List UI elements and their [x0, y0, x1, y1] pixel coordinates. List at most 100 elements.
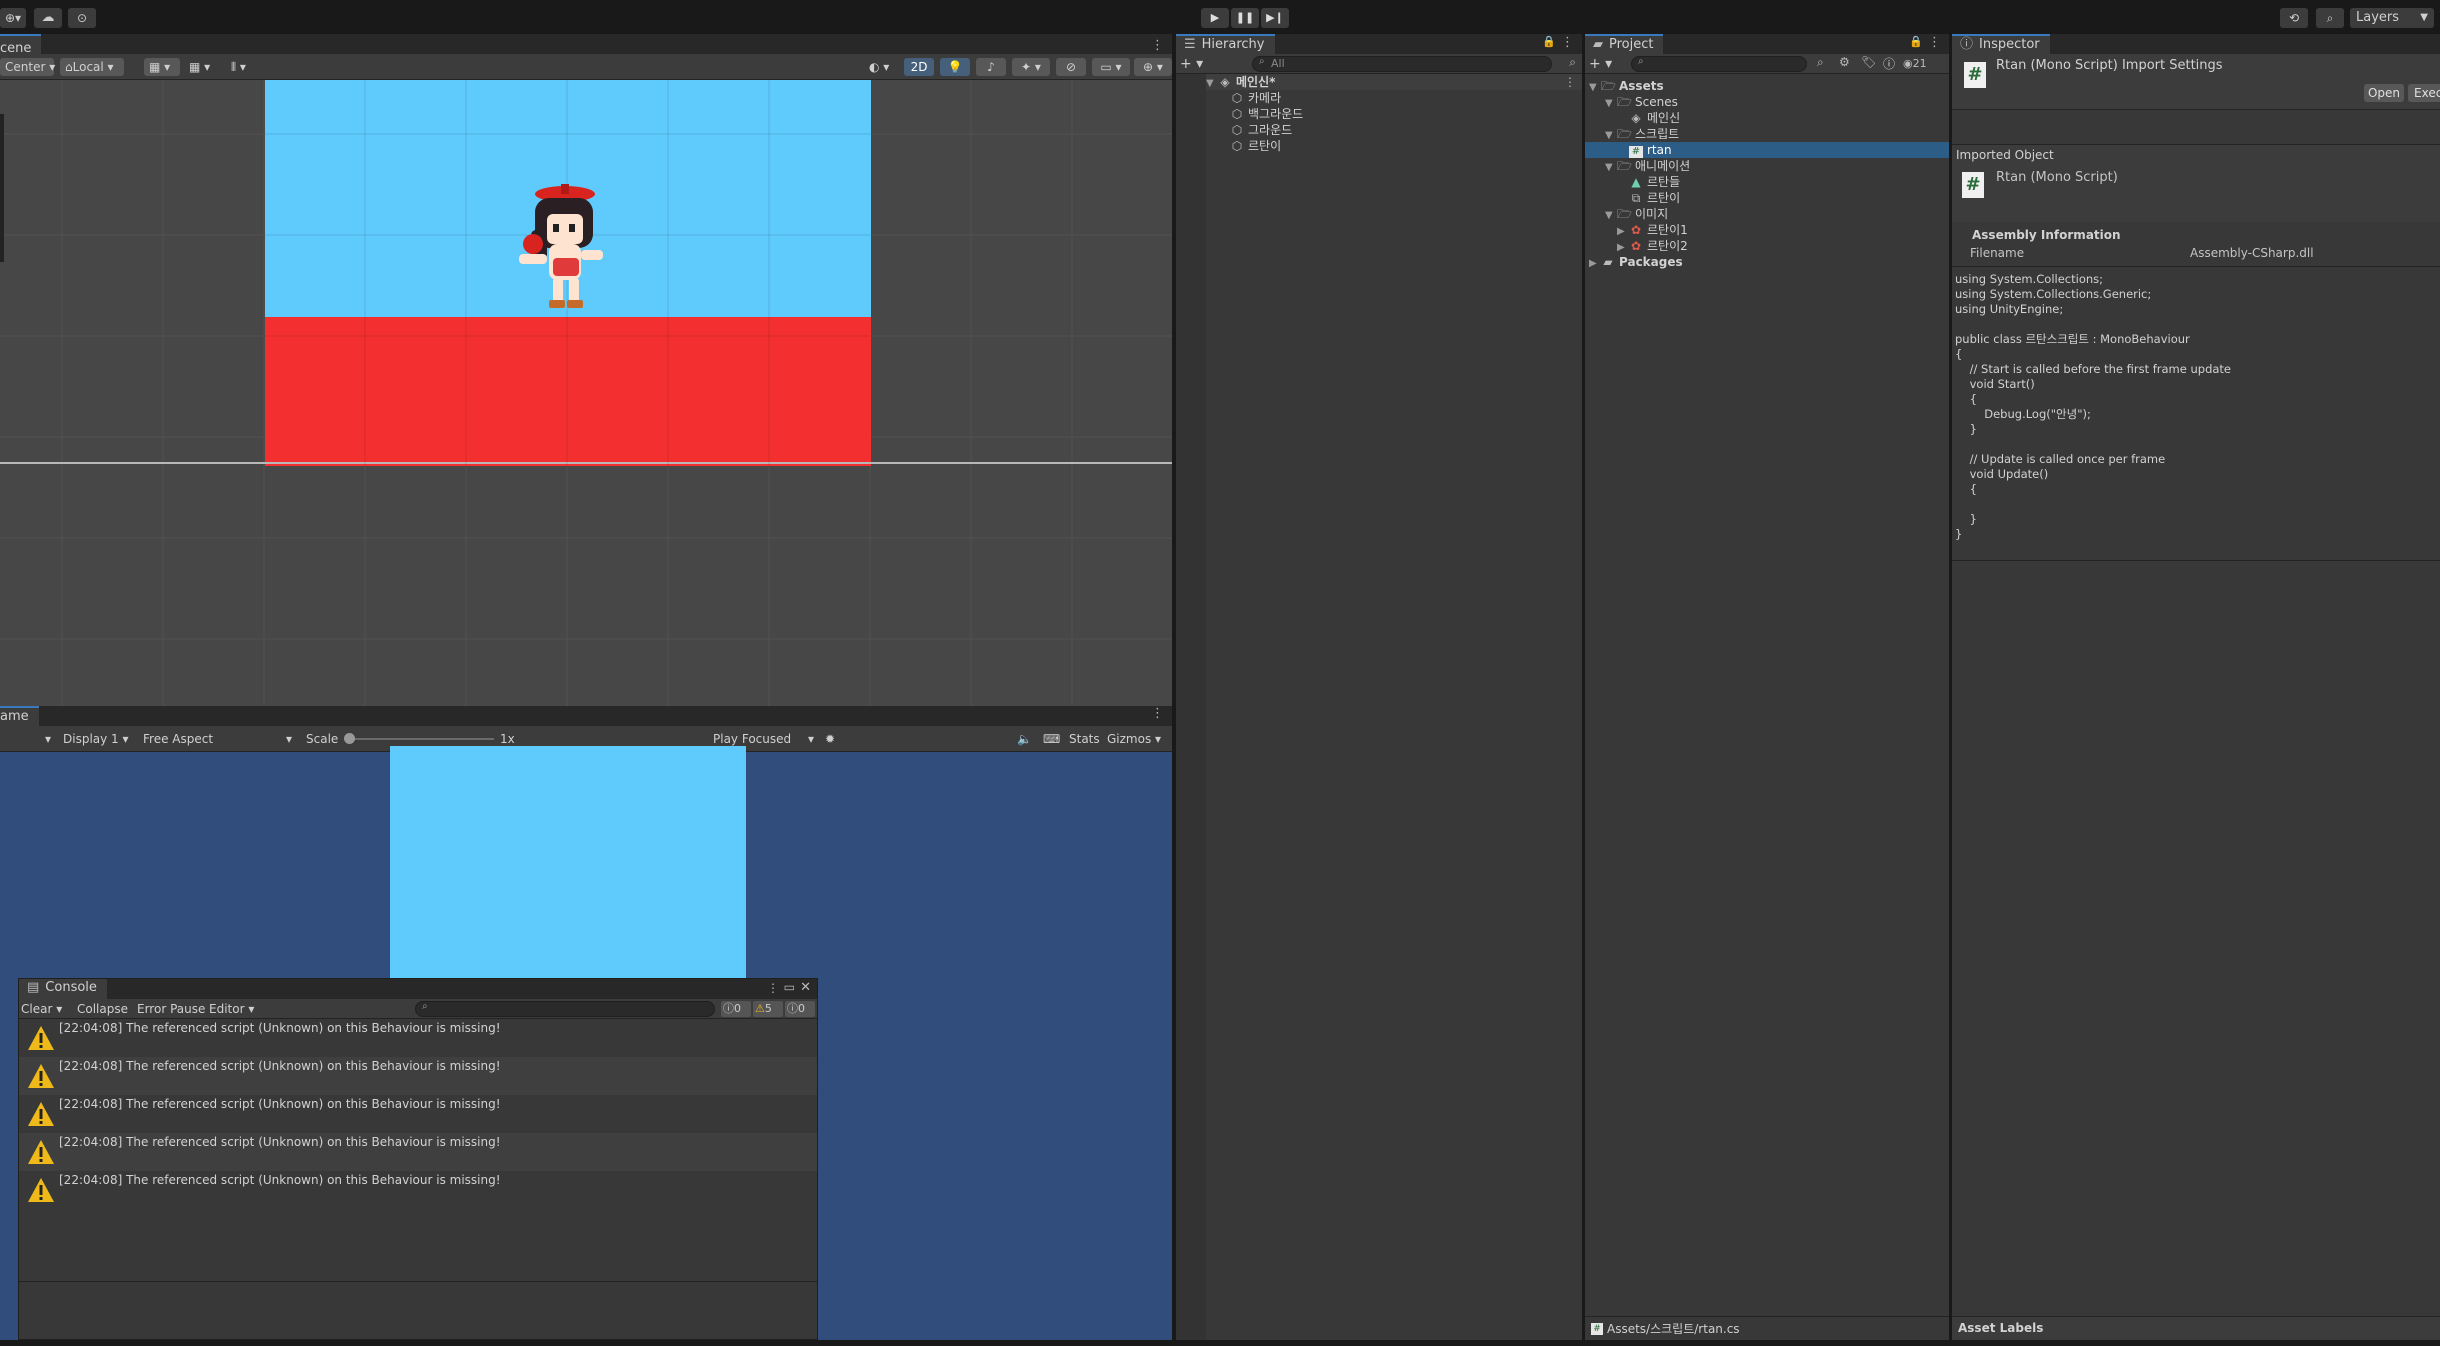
asset-image-1[interactable]: ▶ ✿ 르탄이1: [1617, 222, 1688, 238]
lock-icon[interactable]: 🔒: [1909, 35, 1923, 48]
hidden-count-toggle[interactable]: ◉21: [1903, 56, 1927, 72]
asset-anim-controller[interactable]: ⧉ 르탄이: [1629, 190, 1680, 206]
search-filter-icon[interactable]: ⌕: [1569, 55, 1576, 70]
expand-arrow-icon[interactable]: ▼: [1605, 208, 1617, 224]
filter-by-label-icon[interactable]: 🏷: [1861, 55, 1876, 69]
tab-inspector[interactable]: ⓘ Inspector: [1952, 34, 2050, 54]
close-icon[interactable]: ✕: [800, 980, 811, 995]
collab-icon[interactable]: ⊙: [68, 8, 96, 28]
tab-console[interactable]: ▤ Console: [19, 979, 107, 999]
more-options-icon[interactable]: ⋮: [1928, 35, 1941, 50]
folder-scripts[interactable]: ▼ 🗁 스크립트: [1605, 126, 1679, 142]
gizmos-dropdown[interactable]: Gizmos ▾: [1102, 730, 1168, 748]
more-options-icon[interactable]: ⋮: [1151, 706, 1164, 721]
search-by-type-icon[interactable]: ⌕: [1817, 55, 1824, 70]
folder-images[interactable]: ▼ 🗁 이미지: [1605, 206, 1668, 222]
scale-slider-thumb[interactable]: [344, 733, 355, 744]
clear-dropdown[interactable]: Clear ▾: [21, 1000, 62, 1018]
expand-arrow-icon[interactable]: ▼: [1589, 80, 1601, 96]
asset-script-rtan[interactable]: # rtan: [1585, 142, 1949, 158]
add-object-dropdown[interactable]: + ▾: [1180, 54, 1203, 74]
maximize-icon[interactable]: ▭: [784, 980, 795, 994]
console-detail-divider[interactable]: [19, 1281, 817, 1282]
warning-filter-icon[interactable]: ⓘ: [1883, 55, 1895, 72]
create-asset-dropdown[interactable]: + ▾: [1589, 54, 1612, 74]
mute-audio-icon[interactable]: 🔈: [1012, 730, 1034, 748]
stats-button[interactable]: Stats: [1064, 730, 1104, 748]
draw-mode-dropdown[interactable]: ◐ ▾: [864, 58, 900, 76]
play-button[interactable]: ▶: [1201, 8, 1229, 28]
error-pause-button[interactable]: Error Pause: [137, 1000, 205, 1018]
expand-arrow-icon[interactable]: ▶: [1589, 256, 1601, 272]
lock-icon[interactable]: 🔒: [1542, 35, 1556, 48]
lighting-icon[interactable]: 💡: [940, 58, 970, 76]
grid-visibility-button[interactable]: ▦ ▾: [184, 58, 220, 76]
cloud-icon[interactable]: ☁: [34, 8, 62, 28]
keyboard-icon[interactable]: ⌨: [1038, 730, 1062, 748]
info-count-toggle[interactable]: ⓘ0: [785, 1001, 815, 1017]
filter-by-type-icon[interactable]: ⚙: [1839, 55, 1850, 69]
hierarchy-item-background[interactable]: ⬡ 백그라운드: [1230, 106, 1303, 122]
editor-dropdown[interactable]: Editor ▾: [209, 1000, 254, 1018]
gizmos-icon[interactable]: ⊕ ▾: [1134, 58, 1172, 76]
asset-anim-clip[interactable]: ▲ 르탄들: [1629, 174, 1680, 190]
hierarchy-item-rtan[interactable]: ⬡ 르탄이: [1230, 138, 1281, 154]
folder-animation[interactable]: ▼ 🗁 애니메이션: [1605, 158, 1690, 174]
game-mode-dropdown[interactable]: ▾: [0, 730, 56, 748]
warning-count-toggle[interactable]: ⚠5: [753, 1001, 783, 1017]
step-button[interactable]: ▶❙: [1261, 8, 1289, 28]
console-log-entry[interactable]: [22:04:08] The referenced script (Unknow…: [19, 1095, 817, 1133]
folder-packages[interactable]: ▶ ▰ Packages: [1589, 254, 1683, 270]
expand-arrow-icon[interactable]: ▼: [1605, 96, 1617, 112]
rtan-character-sprite[interactable]: [505, 180, 625, 320]
history-icon[interactable]: ⟲: [2280, 8, 2308, 28]
folder-assets[interactable]: ▼ 🗁 Assets: [1589, 78, 1664, 94]
debug-icon[interactable]: ✹: [820, 730, 842, 748]
visibility-icon[interactable]: ⊘: [1056, 58, 1086, 76]
grid-snap-button[interactable]: ▦ ▾: [144, 58, 180, 76]
aspect-dropdown[interactable]: Free Aspect ▾: [138, 730, 298, 748]
account-dropdown[interactable]: ⊕▾: [0, 8, 26, 28]
hierarchy-item-camera[interactable]: ⬡ 카메라: [1230, 90, 1281, 106]
console-log-entry[interactable]: [22:04:08] The referenced script (Unknow…: [19, 1133, 817, 1171]
console-search-input[interactable]: ⌕: [415, 1001, 715, 1017]
expand-arrow-icon[interactable]: ▼: [1605, 160, 1617, 176]
pivot-dropdown[interactable]: Center ▾: [0, 58, 55, 76]
collapse-button[interactable]: Collapse: [77, 1000, 128, 1018]
ground-sprite[interactable]: [265, 317, 871, 466]
audio-icon[interactable]: ♪: [976, 58, 1006, 76]
project-search-input[interactable]: ⌕: [1631, 56, 1807, 72]
folder-scenes[interactable]: ▼ 🗁 Scenes: [1605, 94, 1678, 110]
display-dropdown[interactable]: Display 1 ▾: [58, 730, 140, 748]
game-viewport-sky[interactable]: [390, 746, 746, 986]
hierarchy-search-input[interactable]: ⌕ All: [1252, 56, 1552, 72]
console-log-entry[interactable]: [22:04:08] The referenced script (Unknow…: [19, 1019, 817, 1057]
layers-dropdown[interactable]: Layers ▼: [2350, 8, 2434, 28]
execution-order-button[interactable]: Exec: [2408, 84, 2440, 102]
tab-hierarchy[interactable]: ☰ Hierarchy: [1176, 34, 1275, 54]
asset-scene-main[interactable]: ◈ 메인신: [1629, 110, 1680, 126]
tab-project[interactable]: ▰ Project: [1585, 34, 1664, 54]
asset-image-2[interactable]: ▶ ✿ 르탄이2: [1617, 238, 1688, 254]
console-log-entry[interactable]: [22:04:08] The referenced script (Unknow…: [19, 1171, 817, 1209]
camera-icon[interactable]: ▭ ▾: [1092, 58, 1130, 76]
more-options-icon[interactable]: ⋮: [1151, 38, 1164, 53]
scene-root-item[interactable]: ▼ ◈ 메인신* ⋮: [1206, 74, 1582, 90]
increment-snap-button[interactable]: ⫴ ▾: [226, 58, 264, 76]
effects-icon[interactable]: ✦ ▾: [1012, 58, 1050, 76]
error-count-toggle[interactable]: ⓘ0: [721, 1001, 751, 1017]
console-log-entry[interactable]: [22:04:08] The referenced script (Unknow…: [19, 1057, 817, 1095]
more-options-icon[interactable]: ⋮: [1564, 74, 1576, 90]
tab-game[interactable]: ame: [0, 706, 39, 726]
hierarchy-item-ground[interactable]: ⬡ 그라운드: [1230, 122, 1292, 138]
pause-button[interactable]: ❚❚: [1231, 8, 1259, 28]
expand-arrow-icon[interactable]: ▼: [1206, 76, 1218, 92]
scale-slider[interactable]: [344, 733, 494, 744]
open-button[interactable]: Open: [2364, 84, 2404, 102]
more-options-icon[interactable]: ⋮: [1561, 35, 1574, 50]
2d-toggle[interactable]: 2D: [904, 58, 934, 76]
scene-canvas[interactable]: [0, 80, 1172, 706]
space-dropdown[interactable]: ⌂Local ▾: [60, 58, 124, 76]
more-options-icon[interactable]: ⋮: [767, 981, 779, 995]
search-icon[interactable]: ⌕: [2316, 8, 2344, 28]
